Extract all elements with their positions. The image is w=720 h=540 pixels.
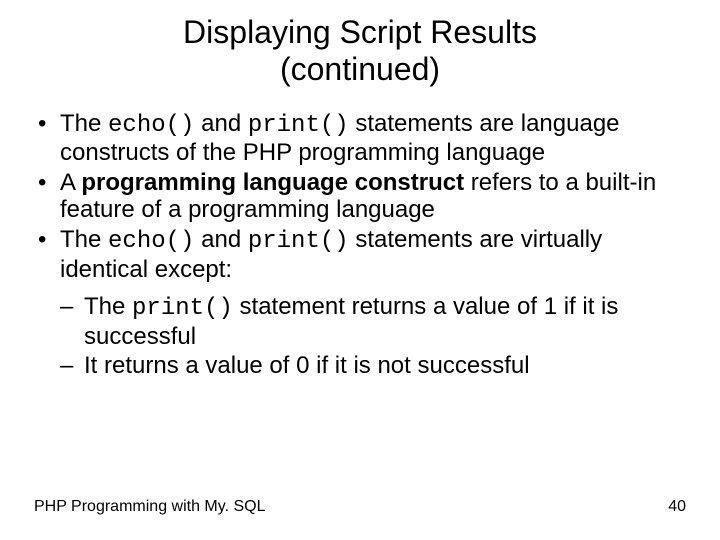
code-echo: echo() — [108, 228, 194, 255]
sub-bullet-1: The print() statement returns a value of… — [60, 293, 686, 350]
code-print: print() — [248, 112, 349, 139]
slide-footer: PHP Programming with My. SQL 40 — [34, 498, 686, 516]
bullet-3: The echo() and print() statements are vi… — [34, 226, 686, 283]
page-number: 40 — [668, 498, 686, 516]
title-line-1: Displaying Script Results — [183, 14, 537, 50]
bullet-2: A programming language construct refers … — [34, 169, 686, 224]
bold-term: programming language construct — [81, 169, 464, 196]
bullet-1: The echo() and print() statements are la… — [34, 110, 686, 167]
title-line-2: (continued) — [280, 51, 440, 87]
slide-title: Displaying Script Results (continued) — [0, 0, 720, 88]
code-print: print() — [132, 295, 233, 322]
sub-bullet-2: It returns a value of 0 if it is not suc… — [60, 352, 686, 380]
bullet-list: The echo() and print() statements are la… — [34, 110, 686, 284]
slide-body: The echo() and print() statements are la… — [0, 88, 720, 380]
code-echo: echo() — [108, 112, 194, 139]
footer-text: PHP Programming with My. SQL — [34, 498, 265, 516]
sub-bullet-list: The print() statement returns a value of… — [60, 293, 686, 380]
code-print: print() — [248, 228, 349, 255]
